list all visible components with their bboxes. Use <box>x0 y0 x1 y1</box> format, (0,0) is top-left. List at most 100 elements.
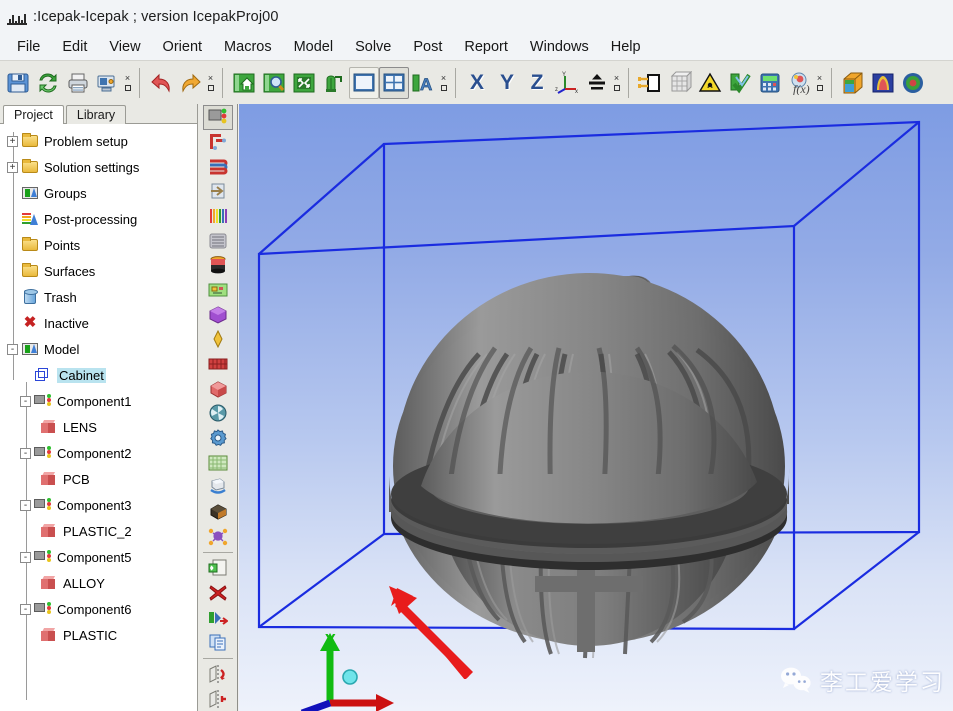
calculator-icon[interactable] <box>755 67 785 99</box>
tree-item-problem-setup[interactable]: + Problem setup <box>0 128 197 154</box>
copy-icon[interactable] <box>203 630 233 655</box>
toolbar-grip-view[interactable]: × <box>439 67 448 99</box>
move-group-icon[interactable] <box>203 605 233 630</box>
undo-icon[interactable] <box>146 67 176 99</box>
print-icon[interactable] <box>63 67 93 99</box>
tree-item-inactive[interactable]: ✖ Inactive <box>0 310 197 336</box>
expander-model[interactable]: - <box>7 343 18 355</box>
save-icon[interactable] <box>3 67 33 99</box>
menu-item-model[interactable]: Model <box>283 37 345 57</box>
fit-view-icon[interactable] <box>289 67 319 99</box>
rotate-view-icon[interactable] <box>319 67 349 99</box>
extrude-icon[interactable] <box>203 475 233 500</box>
menu-item-orient[interactable]: Orient <box>152 37 214 57</box>
menu-item-file[interactable]: File <box>6 37 51 57</box>
resistance-icon[interactable] <box>203 327 233 352</box>
cabinet-icon[interactable] <box>635 67 665 99</box>
tree-item-lens[interactable]: LENS <box>0 414 197 440</box>
mirror-x-icon[interactable] <box>203 662 233 687</box>
axis-x-icon[interactable]: X <box>462 67 492 99</box>
toolbar-grip-file[interactable]: × <box>123 67 132 99</box>
tree-item-plastic[interactable]: PLASTIC <box>0 622 197 648</box>
menu-item-post[interactable]: Post <box>402 37 453 57</box>
block-icon[interactable] <box>203 376 233 401</box>
assembly-node-icon[interactable] <box>203 524 233 549</box>
zoom-view-icon[interactable] <box>259 67 289 99</box>
network-block-icon[interactable] <box>203 130 233 155</box>
fan-cylinder-icon[interactable] <box>203 253 233 278</box>
plate-icon[interactable] <box>203 228 233 253</box>
print-screen-icon[interactable] <box>93 67 123 99</box>
expander-component6[interactable]: - <box>20 603 31 615</box>
opening-icon[interactable] <box>203 179 233 204</box>
menu-item-solve[interactable]: Solve <box>344 37 402 57</box>
enclosure-icon[interactable] <box>203 302 233 327</box>
menu-item-report[interactable]: Report <box>453 37 519 57</box>
tree-item-surfaces[interactable]: Surfaces <box>0 258 197 284</box>
delete-icon[interactable] <box>203 581 233 606</box>
new-object-icon[interactable] <box>203 556 233 581</box>
refresh-icon[interactable] <box>33 67 63 99</box>
menu-item-view[interactable]: View <box>98 37 151 57</box>
tree-item-post-processing[interactable]: Post-processing <box>0 206 197 232</box>
home-view-icon[interactable] <box>229 67 259 99</box>
dark-block-icon[interactable] <box>203 500 233 525</box>
new-component-icon[interactable] <box>202 105 233 130</box>
tab-project[interactable]: Project <box>3 105 64 124</box>
quad-window-icon[interactable] <box>379 66 409 99</box>
single-window-icon[interactable] <box>349 66 379 99</box>
toolbar-grip-undo[interactable]: × <box>206 67 215 99</box>
tree-item-alloy[interactable]: ALLOY <box>0 570 197 596</box>
expander-solution-settings[interactable]: + <box>7 161 18 173</box>
heatsink-icon[interactable] <box>203 352 233 377</box>
axis-y-icon[interactable]: Y <box>492 67 522 99</box>
menu-item-help[interactable]: Help <box>600 37 652 57</box>
tree-item-groups[interactable]: Groups <box>0 180 197 206</box>
3d-viewport[interactable]: Y X 李工爱学习 <box>239 104 953 711</box>
tree-item-pcb[interactable]: PCB <box>0 466 197 492</box>
tab-library[interactable]: Library <box>65 105 127 124</box>
tree-item-component1[interactable]: - Component1 <box>0 388 197 414</box>
source-icon[interactable] <box>203 204 233 229</box>
triad-icon[interactable]: Y x z <box>552 67 582 99</box>
blower-icon[interactable] <box>203 401 233 426</box>
tree-item-solution-settings[interactable]: + Solution settings <box>0 154 197 180</box>
tree-item-plastic-2[interactable]: PLASTIC_2 <box>0 518 197 544</box>
expander-component5[interactable]: - <box>20 551 31 563</box>
function-icon[interactable]: f(x) <box>785 67 815 99</box>
menu-item-windows[interactable]: Windows <box>519 37 600 57</box>
expander-component3[interactable]: - <box>20 499 31 511</box>
grid-icon[interactable] <box>203 450 233 475</box>
tree-item-points[interactable]: Points <box>0 232 197 258</box>
iso-surface-icon[interactable] <box>838 67 868 99</box>
menu-item-macros[interactable]: Macros <box>213 37 283 57</box>
redo-icon[interactable] <box>176 67 206 99</box>
tree-item-model[interactable]: - Model <box>0 336 197 362</box>
mesh-cube-icon[interactable] <box>665 67 695 99</box>
tree-item-trash[interactable]: Trash <box>0 284 197 310</box>
scale-icon[interactable] <box>582 67 612 99</box>
tree-item-component3[interactable]: - Component3 <box>0 492 197 518</box>
menu-item-edit[interactable]: Edit <box>51 37 98 57</box>
contour-plot-icon[interactable] <box>868 67 898 99</box>
sphere-plot-icon[interactable] <box>898 67 928 99</box>
menu-bar: File Edit View Orient Macros Model Solve… <box>0 34 953 60</box>
gear-settings-icon[interactable] <box>203 426 233 451</box>
mirror-y-icon[interactable] <box>203 686 233 711</box>
warning-icon[interactable] <box>695 67 725 99</box>
tree-item-component2[interactable]: - Component2 <box>0 440 197 466</box>
expander-problem-setup[interactable]: + <box>7 135 18 147</box>
check-icon[interactable] <box>725 67 755 99</box>
pcb-icon[interactable] <box>203 278 233 303</box>
tree-item-cabinet[interactable]: Cabinet <box>0 362 197 388</box>
tree-item-component6[interactable]: - Component6 <box>0 596 197 622</box>
expander-component1[interactable]: - <box>20 395 31 407</box>
toolbar-grip-model[interactable]: × <box>815 67 824 99</box>
expander-component2[interactable]: - <box>20 447 31 459</box>
text-annotation-icon[interactable]: A <box>409 67 439 99</box>
led-bulb-model[interactable] <box>359 194 819 664</box>
axis-z-icon[interactable]: Z <box>522 67 552 99</box>
tree-item-component5[interactable]: - Component5 <box>0 544 197 570</box>
heat-exchanger-icon[interactable] <box>203 154 233 179</box>
toolbar-grip-orient[interactable]: × <box>612 67 621 99</box>
